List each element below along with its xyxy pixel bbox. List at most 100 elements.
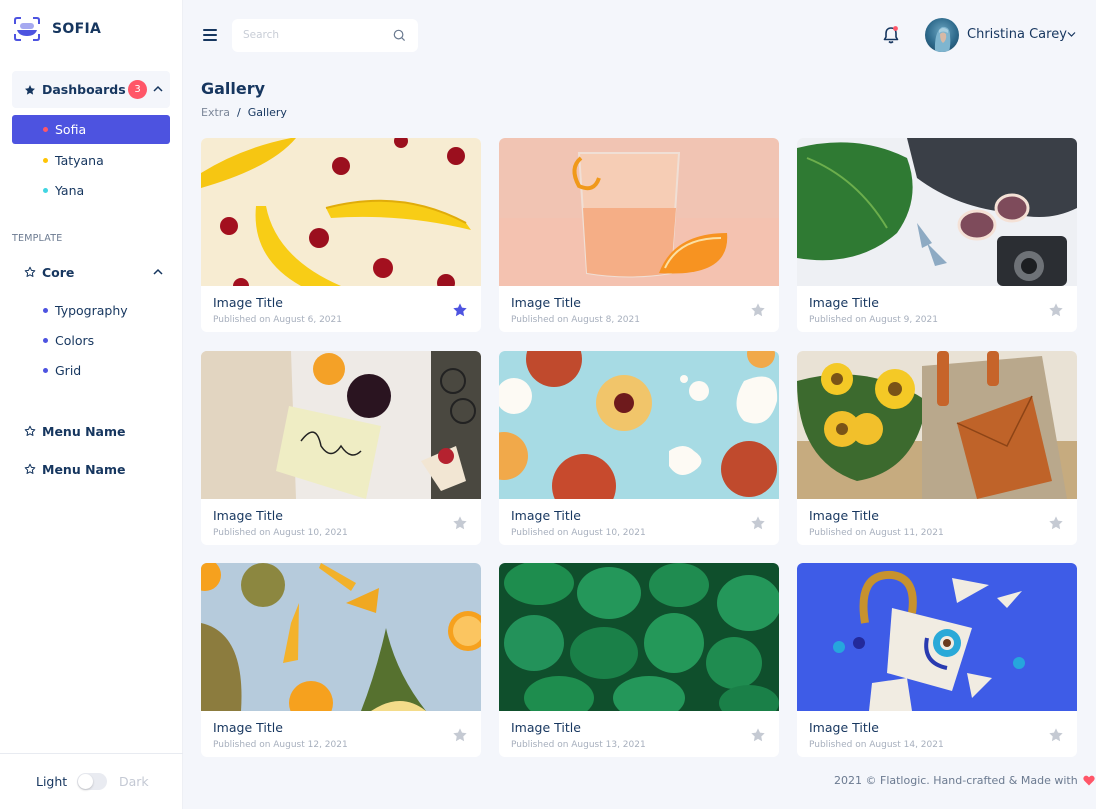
section-label-template: TEMPLATE	[12, 233, 63, 244]
gallery-card[interactable]: Image Title Published on August 11, 2021	[797, 351, 1077, 545]
card-title: Image Title	[213, 508, 283, 523]
gallery-card[interactable]: Image Title Published on August 13, 2021	[499, 563, 779, 757]
star-outline-icon[interactable]	[1048, 727, 1064, 743]
page-title: Gallery	[201, 79, 266, 98]
sidebar-item-label: Yana	[55, 183, 85, 198]
nav-group-core[interactable]: Core	[12, 257, 170, 287]
sidebar-item-grid[interactable]: Grid	[12, 356, 170, 385]
hamburger-line	[203, 34, 217, 36]
gallery-card[interactable]: Image Title Published on August 12, 2021	[201, 563, 481, 757]
star-outline-icon[interactable]	[452, 515, 468, 531]
star-outline-icon[interactable]	[750, 727, 766, 743]
star-outline-icon[interactable]	[452, 727, 468, 743]
logo[interactable]: SOFIA	[13, 16, 101, 42]
star-outline-icon[interactable]	[1048, 302, 1064, 318]
card-date: Published on August 6, 2021	[213, 315, 342, 325]
chevron-up-icon[interactable]	[153, 267, 163, 277]
gallery-card[interactable]: Image Title Published on August 10, 2021	[499, 351, 779, 545]
star-outline-icon	[24, 425, 36, 436]
toggle-knob	[78, 774, 93, 789]
gallery-card[interactable]: Image Title Published on August 8, 2021	[499, 138, 779, 332]
search-input[interactable]	[243, 27, 383, 43]
card-title: Image Title	[511, 720, 581, 735]
chevron-down-icon[interactable]	[1067, 31, 1076, 38]
image-green-leaves	[499, 563, 779, 711]
sidebar-item-sofia[interactable]: Sofia	[12, 115, 170, 144]
card-title: Image Title	[511, 508, 581, 523]
card-date: Published on August 9, 2021	[809, 315, 938, 325]
avatar-photo	[934, 26, 951, 52]
card-date: Published on August 12, 2021	[213, 740, 348, 750]
card-date: Published on August 10, 2021	[511, 528, 646, 538]
gallery-card[interactable]: Image Title Published on August 9, 2021	[797, 138, 1077, 332]
star-filled-icon	[25, 84, 35, 95]
sidebar-item-label: Colors	[55, 333, 95, 348]
menu-toggle-button[interactable]	[203, 29, 217, 41]
notification-badge: 3	[128, 80, 147, 99]
hamburger-line	[203, 29, 217, 31]
sidebar-item-label: Tatyana	[55, 153, 104, 168]
breadcrumb-link-extra[interactable]: Extra	[201, 106, 230, 119]
logo-icon	[14, 17, 40, 41]
sidebar-item-tatyana[interactable]: Tatyana	[12, 146, 170, 175]
image-bananas-cherries	[201, 138, 481, 286]
sidebar-item-yana[interactable]: Yana	[12, 176, 170, 205]
nav-group-label: Core	[42, 264, 75, 280]
dot-icon	[43, 188, 48, 193]
card-title: Image Title	[213, 720, 283, 735]
gallery-card[interactable]: Image Title Published on August 6, 2021	[201, 138, 481, 332]
sidebar-item-typography[interactable]: Typography	[12, 296, 170, 325]
dot-icon	[43, 158, 48, 163]
image-tropical-fruits	[201, 563, 481, 711]
brand-name: SOFIA	[52, 21, 102, 37]
footer-text: 2021 © Flatlogic. Hand-crafted & Made wi…	[834, 774, 1078, 787]
sidebar-item-menu-name-2[interactable]: Menu Name	[12, 454, 170, 484]
dot-icon	[43, 308, 48, 313]
user-name[interactable]: Christina Carey	[967, 27, 1067, 42]
star-outline-icon	[24, 266, 36, 277]
star-outline-icon[interactable]	[750, 515, 766, 531]
sidebar-item-colors[interactable]: Colors	[12, 326, 170, 355]
theme-switcher: Light Dark	[0, 753, 183, 809]
card-date: Published on August 10, 2021	[213, 528, 348, 538]
nav-item-label: Menu Name	[42, 423, 126, 439]
star-outline-icon[interactable]	[750, 302, 766, 318]
sidebar-item-label: Sofia	[55, 122, 87, 137]
image-broken-ceramic-lock	[797, 563, 1077, 711]
search-icon[interactable]	[393, 29, 406, 42]
sidebar: SOFIA Dashboards 3 Sofia Tatyana Yana TE…	[0, 0, 183, 809]
image-sunflowers-bag	[797, 351, 1077, 499]
bell-icon[interactable]	[882, 25, 900, 45]
gallery-card[interactable]: Image Title Published on August 10, 2021	[201, 351, 481, 545]
search-box	[232, 19, 418, 52]
star-filled-icon[interactable]	[452, 302, 468, 318]
unread-indicator	[893, 26, 898, 31]
nav-group-label: Dashboards	[42, 82, 126, 97]
gallery-card[interactable]: Image Title Published on August 14, 2021	[797, 563, 1077, 757]
theme-toggle[interactable]	[77, 773, 107, 790]
dot-icon	[43, 338, 48, 343]
sidebar-item-label: Typography	[55, 303, 128, 318]
nav-group-dashboards[interactable]: Dashboards 3	[12, 71, 170, 108]
card-date: Published on August 11, 2021	[809, 528, 944, 538]
chevron-up-icon[interactable]	[153, 84, 163, 94]
breadcrumb-separator: /	[237, 106, 241, 119]
avatar[interactable]	[925, 18, 959, 52]
card-title: Image Title	[809, 295, 879, 310]
footer: 2021 © Flatlogic. Hand-crafted & Made wi…	[834, 774, 1095, 787]
card-title: Image Title	[809, 508, 879, 523]
card-title: Image Title	[809, 720, 879, 735]
breadcrumb: Extra / Gallery	[201, 106, 287, 119]
card-date: Published on August 8, 2021	[511, 315, 640, 325]
card-date: Published on August 14, 2021	[809, 740, 944, 750]
theme-dark-label: Dark	[119, 774, 149, 789]
heart-icon	[1083, 775, 1095, 786]
card-title: Image Title	[213, 295, 283, 310]
sidebar-item-menu-name-1[interactable]: Menu Name	[12, 416, 170, 446]
star-outline-icon[interactable]	[1048, 515, 1064, 531]
dot-icon	[43, 368, 48, 373]
image-summer-accessories	[797, 138, 1077, 286]
dot-icon	[43, 127, 48, 132]
image-orange-drink	[499, 138, 779, 286]
card-date: Published on August 13, 2021	[511, 740, 646, 750]
